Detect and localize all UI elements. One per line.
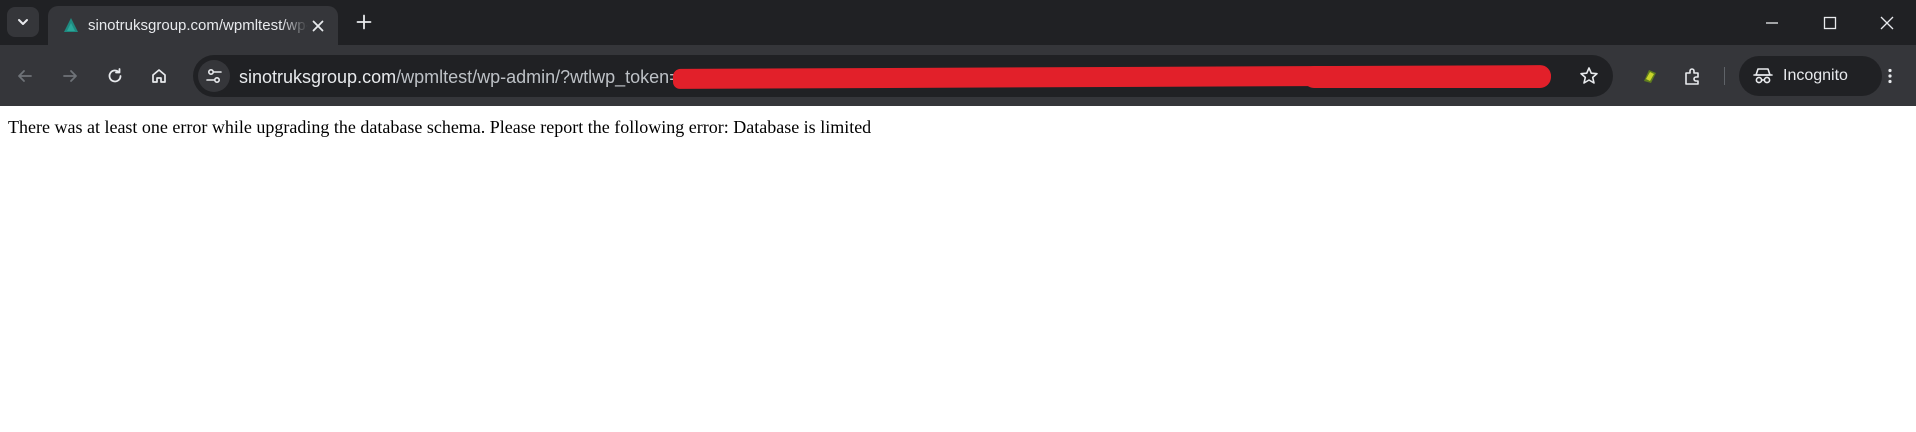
- toolbar-divider: [1724, 67, 1725, 85]
- tab-title: sinotruksgroup.com/wpmltest/wp-admin/?wt…: [88, 17, 308, 34]
- incognito-label: Incognito: [1783, 67, 1848, 84]
- error-message: There was at least one error while upgra…: [8, 117, 872, 137]
- redaction-mark-end: [1303, 66, 1551, 88]
- tab-search-button[interactable]: [7, 7, 39, 37]
- plus-icon: [356, 14, 372, 30]
- new-tab-button[interactable]: [350, 8, 378, 36]
- puzzle-icon: [1685, 68, 1699, 85]
- browser-window: sinotruksgroup.com/wpmltest/wp-admin/?wt…: [0, 0, 1916, 432]
- wordpress-favicon-icon: [64, 18, 78, 32]
- arrow-right-icon: [63, 70, 77, 82]
- home-icon: [152, 69, 166, 83]
- url-path: /wpmltest/wp-admin/?wtlwp_token=: [396, 67, 680, 87]
- arrow-left-icon: [18, 70, 32, 82]
- browser-menu-button[interactable]: [1874, 60, 1906, 92]
- tab-strip: sinotruksgroup.com/wpmltest/wp-admin/?wt…: [0, 0, 1916, 45]
- page-content: There was at least one error while upgra…: [0, 106, 1916, 432]
- back-button[interactable]: [9, 60, 41, 92]
- url-host: sinotruksgroup.com: [239, 67, 397, 87]
- address-bar[interactable]: sinotruksgroup.com/wpmltest/wp-admin/?wt…: [193, 55, 1613, 97]
- star-icon: [1580, 67, 1598, 84]
- close-icon: [1880, 16, 1894, 29]
- maximize-button[interactable]: [1801, 0, 1859, 45]
- incognito-profile-button[interactable]: Incognito: [1739, 56, 1882, 96]
- tune-icon: [206, 68, 222, 84]
- chevron-down-icon: [18, 19, 28, 25]
- maximize-icon: [1823, 16, 1837, 29]
- extension-leaf-icon: [1644, 70, 1656, 83]
- bookmark-button[interactable]: [1573, 60, 1605, 92]
- home-button[interactable]: [143, 60, 175, 92]
- active-tab[interactable]: sinotruksgroup.com/wpmltest/wp-admin/?wt…: [48, 6, 338, 45]
- incognito-icon: [1753, 68, 1773, 84]
- toolbar: sinotruksgroup.com/wpmltest/wp-admin/?wt…: [0, 45, 1916, 106]
- reload-icon: [108, 68, 122, 83]
- extension-button[interactable]: [1634, 60, 1666, 92]
- close-icon: [312, 20, 324, 32]
- forward-button[interactable]: [54, 60, 86, 92]
- kebab-menu-icon: [1888, 68, 1892, 84]
- site-info-button[interactable]: [198, 60, 230, 92]
- extensions-menu-button[interactable]: [1677, 60, 1709, 92]
- close-window-button[interactable]: [1858, 0, 1916, 45]
- minimize-icon: [1766, 21, 1778, 24]
- tab-close-button[interactable]: [308, 16, 328, 36]
- minimize-button[interactable]: [1743, 0, 1801, 45]
- reload-button[interactable]: [99, 60, 131, 92]
